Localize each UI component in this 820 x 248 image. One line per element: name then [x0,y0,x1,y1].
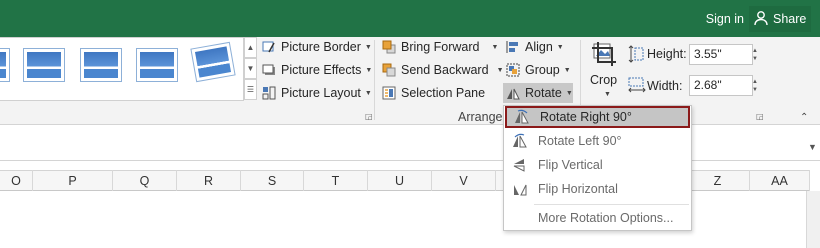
column-header[interactable]: AA [750,170,810,191]
gallery-more-button[interactable]: ☰ [244,79,257,100]
share-label: Share [773,12,807,26]
bring-forward-icon [382,40,396,54]
group-separator [374,40,375,120]
rotate-left-icon [510,133,530,149]
column-header[interactable]: R [177,170,241,191]
arrange-group-label: Arrange [458,110,503,124]
gallery-scroll-down[interactable]: ▼ [244,58,257,79]
crop-button[interactable] [588,40,620,76]
height-input[interactable]: 3.55" [689,44,753,65]
menu-separator [534,204,689,205]
width-input[interactable]: 2.68" [689,75,753,96]
crop-label: Crop [590,73,618,87]
align-button[interactable]: Align ▼ [506,37,564,57]
more-rotation-options-item[interactable]: More Rotation Options... [505,207,690,229]
column-header[interactable]: P [33,170,113,191]
style-thumbnail[interactable] [80,48,122,82]
column-header[interactable]: Z [686,170,750,191]
picture-layout-icon [262,86,276,100]
formula-bar[interactable] [0,136,820,161]
rotate-button[interactable]: Rotate ▼ [503,83,573,103]
send-backward-icon [382,63,396,77]
collapse-ribbon-icon[interactable]: ⌃ [800,112,808,123]
rotate-menu: Rotate Right 90° Rotate Left 90° Flip Ve… [503,105,692,231]
expand-formula-bar-icon[interactable]: ▼ [808,142,817,152]
picture-effects-icon [262,63,276,77]
picture-border-button[interactable]: Picture Border ▼ [262,37,372,57]
picture-styles-dialog-launcher[interactable]: ◲ [365,112,373,121]
height-label: Height: [647,47,687,61]
style-thumbnail[interactable] [136,48,178,82]
column-header[interactable]: U [368,170,432,191]
group-icon [506,63,520,77]
sign-in-link[interactable]: Sign in [706,12,744,26]
column-header[interactable]: O [0,170,33,191]
send-backward-button[interactable]: Send Backward ▼ [382,60,504,80]
height-spinner[interactable]: ▲ ▼ [749,44,761,65]
gallery-scroll-up[interactable]: ▲ [244,37,257,58]
column-header[interactable]: Q [113,170,177,191]
height-icon [627,44,645,67]
size-dialog-launcher[interactable]: ◲ [756,112,764,121]
picture-border-icon [262,40,276,54]
style-thumbnail[interactable] [23,48,65,82]
style-thumbnail[interactable] [190,41,236,83]
rotate-left-90-item[interactable]: Rotate Left 90° [505,130,690,152]
align-icon [506,40,520,54]
column-header[interactable]: V [432,170,496,191]
flip-horizontal-item[interactable]: Flip Horizontal [505,178,690,200]
flip-vertical-item[interactable]: Flip Vertical [505,154,690,176]
title-bar [0,0,820,37]
vertical-scrollbar[interactable] [806,191,820,248]
flip-vertical-icon [510,157,530,173]
width-icon [627,76,647,97]
crop-icon [590,40,618,71]
rotate-right-90-item[interactable]: Rotate Right 90° [505,106,690,128]
picture-effects-button[interactable]: Picture Effects ▼ [262,60,372,80]
column-header[interactable]: T [304,170,368,191]
person-icon [753,10,769,29]
rotate-icon [506,86,520,100]
crop-dropdown-caret[interactable]: ▼ [604,91,611,98]
picture-layout-button[interactable]: Picture Layout ▼ [262,83,372,103]
selection-pane-button[interactable]: Selection Pane [382,83,485,103]
flip-horizontal-icon [510,181,530,197]
group-button[interactable]: Group ▼ [506,60,571,80]
width-label: Width: [647,79,683,93]
style-thumbnail[interactable] [0,48,10,82]
selection-pane-icon [382,86,396,100]
bring-forward-button[interactable]: Bring Forward ▼ [382,37,498,57]
column-header[interactable]: S [241,170,304,191]
rotate-right-icon [512,109,532,125]
width-spinner[interactable]: ▲ ▼ [749,75,761,96]
share-button[interactable]: Share [749,6,811,32]
